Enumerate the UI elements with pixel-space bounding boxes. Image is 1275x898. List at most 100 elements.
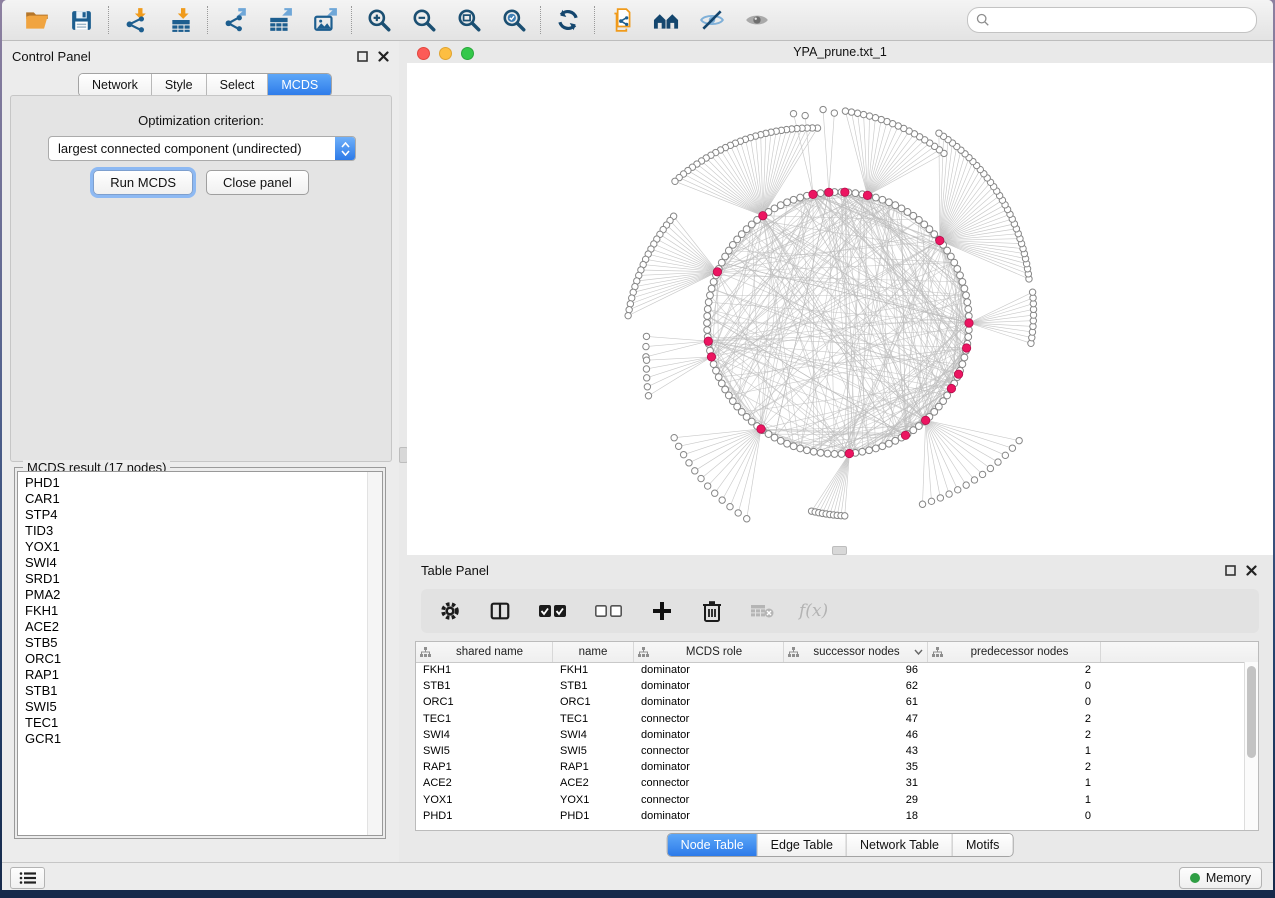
delete-column-icon[interactable] xyxy=(699,598,725,624)
export-network-icon[interactable] xyxy=(221,7,248,34)
float-panel-icon[interactable] xyxy=(357,51,368,62)
column-header-mcds-role[interactable]: MCDS role xyxy=(634,642,784,662)
table-cell: PHD1 xyxy=(416,810,553,822)
column-header-successor-nodes[interactable]: successor nodes xyxy=(784,642,928,662)
mcds-result-item[interactable]: SRD1 xyxy=(18,571,382,587)
table-cell: connector xyxy=(634,794,784,806)
table-row[interactable]: ORC1ORC1dominator610 xyxy=(416,694,1258,710)
table-scrollbar[interactable] xyxy=(1244,662,1258,830)
table-row[interactable]: FKH1FKH1dominator962 xyxy=(416,662,1258,678)
clone-network-icon[interactable] xyxy=(608,7,635,34)
deselect-all-icon[interactable] xyxy=(593,598,625,624)
tab-motifs[interactable]: Motifs xyxy=(953,834,1012,856)
table-row[interactable]: PHD1PHD1dominator180 xyxy=(416,808,1258,824)
mcds-result-item[interactable]: SWI4 xyxy=(18,555,382,571)
search-input[interactable] xyxy=(995,12,1248,28)
zoom-selected-icon[interactable] xyxy=(500,7,527,34)
mcds-result-item[interactable]: PMA2 xyxy=(18,587,382,603)
mcds-result-item[interactable]: ACE2 xyxy=(18,619,382,635)
add-column-icon[interactable] xyxy=(649,598,675,624)
table-cell: 1 xyxy=(928,794,1101,806)
tab-network[interactable]: Network xyxy=(79,74,152,96)
mcds-result-item[interactable]: ORC1 xyxy=(18,651,382,667)
export-image-icon[interactable] xyxy=(311,7,338,34)
table-panel-tabs: Node Table Edge Table Network Table Moti… xyxy=(667,833,1014,857)
network-title: YPA_prune.txt_1 xyxy=(407,45,1273,59)
network-window-titlebar[interactable]: YPA_prune.txt_1 xyxy=(407,41,1273,63)
run-mcds-button[interactable]: Run MCDS xyxy=(93,170,193,195)
zoom-fit-icon[interactable] xyxy=(455,7,482,34)
table-cell: dominator xyxy=(634,729,784,741)
table-scrollbar-thumb[interactable] xyxy=(1247,666,1256,758)
memory-button[interactable]: Memory xyxy=(1179,867,1262,889)
column-header-shared-name[interactable]: shared name xyxy=(416,642,553,662)
delete-table-icon[interactable] xyxy=(749,598,775,624)
mcds-result-item[interactable]: RAP1 xyxy=(18,667,382,683)
mcds-result-item[interactable]: TEC1 xyxy=(18,715,382,731)
table-row[interactable]: RAP1RAP1dominator352 xyxy=(416,759,1258,775)
save-icon[interactable] xyxy=(68,7,95,34)
table-row[interactable]: ACE2ACE2connector311 xyxy=(416,775,1258,791)
float-panel-icon[interactable] xyxy=(1225,565,1236,576)
mcds-result-item[interactable]: SWI5 xyxy=(18,699,382,715)
tab-node-table[interactable]: Node Table xyxy=(668,834,758,856)
table-cell: 2 xyxy=(928,664,1101,676)
close-panel-icon[interactable] xyxy=(378,51,389,62)
tab-style[interactable]: Style xyxy=(152,74,207,96)
mcds-result-item[interactable]: TID3 xyxy=(18,523,382,539)
tab-edge-table[interactable]: Edge Table xyxy=(758,834,847,856)
column-header-name[interactable]: name xyxy=(553,642,634,662)
tab-mcds[interactable]: MCDS xyxy=(268,74,331,96)
search-box[interactable] xyxy=(967,7,1257,33)
export-table-icon[interactable] xyxy=(266,7,293,34)
canvas-splitter-grip[interactable] xyxy=(832,546,847,555)
close-panel-icon[interactable] xyxy=(1246,565,1257,576)
task-history-button[interactable] xyxy=(10,867,45,889)
mcds-result-item[interactable]: STP4 xyxy=(18,507,382,523)
column-selector-icon[interactable] xyxy=(487,598,513,624)
optimization-criterion-label: Optimization criterion: xyxy=(11,113,391,128)
table-options-gear-icon[interactable] xyxy=(437,598,463,624)
table-row[interactable]: STB1STB1dominator620 xyxy=(416,678,1258,694)
mcds-result-item[interactable]: STB5 xyxy=(18,635,382,651)
hierarchy-icon xyxy=(932,647,943,657)
tab-select[interactable]: Select xyxy=(207,74,269,96)
table-cell: 18 xyxy=(784,810,928,822)
table-cell: 43 xyxy=(784,745,928,757)
import-table-icon[interactable] xyxy=(167,7,194,34)
table-cell: connector xyxy=(634,777,784,789)
function-builder-icon[interactable]: f(x) xyxy=(799,601,828,621)
mcds-result-item[interactable]: FKH1 xyxy=(18,603,382,619)
mcds-result-item[interactable]: YOX1 xyxy=(18,539,382,555)
zoom-in-icon[interactable] xyxy=(365,7,392,34)
import-network-icon[interactable] xyxy=(122,7,149,34)
network-canvas[interactable] xyxy=(407,63,1273,555)
zoom-out-icon[interactable] xyxy=(410,7,437,34)
mcds-result-item[interactable]: PHD1 xyxy=(18,475,382,491)
node-table-body: FKH1FKH1dominator962STB1STB1dominator620… xyxy=(416,662,1258,830)
hide-elements-icon[interactable] xyxy=(698,7,725,34)
refresh-icon[interactable] xyxy=(554,7,581,34)
criterion-dropdown[interactable]: largest connected component (undirected) xyxy=(48,136,356,161)
column-header-predecessor-nodes[interactable]: predecessor nodes xyxy=(928,642,1101,662)
table-cell: SWI4 xyxy=(416,729,553,741)
tab-network-table[interactable]: Network Table xyxy=(847,834,953,856)
control-panel-tabs: Network Style Select MCDS xyxy=(78,73,332,97)
table-row[interactable]: YOX1YOX1connector291 xyxy=(416,792,1258,808)
table-cell: dominator xyxy=(634,810,784,822)
application-window: Control Panel Network Style Select MCDS … xyxy=(2,0,1273,890)
mcds-result-item[interactable]: STB1 xyxy=(18,683,382,699)
close-panel-button[interactable]: Close panel xyxy=(206,170,309,195)
network-graph[interactable] xyxy=(407,63,1273,555)
show-elements-icon[interactable] xyxy=(743,7,770,34)
open-folder-icon[interactable] xyxy=(23,7,50,34)
table-row[interactable]: SWI4SWI4dominator462 xyxy=(416,727,1258,743)
table-row[interactable]: SWI5SWI5connector431 xyxy=(416,743,1258,759)
mcds-result-item[interactable]: GCR1 xyxy=(18,731,382,747)
home-views-icon[interactable] xyxy=(653,7,680,34)
mcds-list-scrollbar[interactable] xyxy=(367,472,382,835)
select-all-icon[interactable] xyxy=(537,598,569,624)
mcds-result-item[interactable]: CAR1 xyxy=(18,491,382,507)
table-cell: YOX1 xyxy=(416,794,553,806)
table-row[interactable]: TEC1TEC1connector472 xyxy=(416,711,1258,727)
